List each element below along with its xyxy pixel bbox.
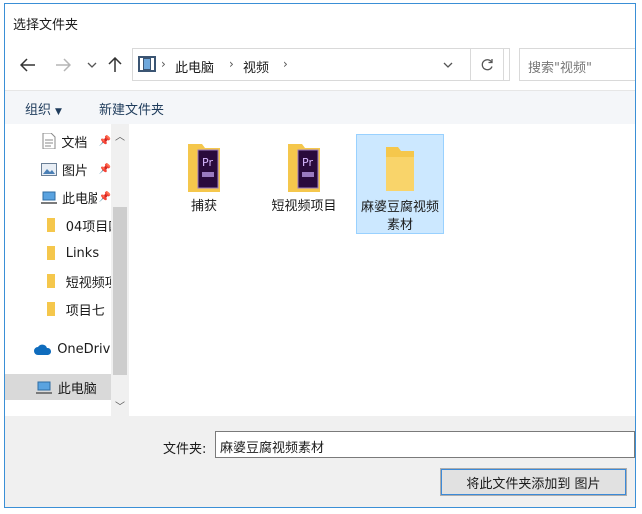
file-name: 捕获	[190, 199, 217, 214]
back-button[interactable]	[17, 54, 39, 76]
navigation-bar: › 此电脑 › 视频 › 搜索"视频"	[5, 42, 635, 88]
folder-icon	[376, 143, 424, 195]
scroll-down-icon[interactable]: ﹀	[111, 396, 129, 414]
sidebar-item-folder[interactable]: 项目七	[5, 296, 111, 322]
sidebar-item-label: 此电脑	[62, 191, 97, 207]
breadcrumb-separator: ›	[283, 57, 288, 71]
arrow-left-icon	[20, 58, 35, 72]
svg-text:Pr: Pr	[302, 156, 313, 169]
sidebar-item-label: 图片	[62, 163, 89, 179]
navigation-pane: 文档 📌 图片 📌 此电脑 📌 04项目四 Links 短视频项目 项目七	[5, 124, 130, 416]
pin-icon: 📌	[98, 135, 111, 147]
sidebar-item-this-pc-pinned[interactable]: 此电脑 📌	[5, 184, 111, 210]
sidebar-item-label: 短视频项目	[65, 275, 111, 291]
folder-item-short-video[interactable]: Pr 短视频项目	[260, 134, 348, 234]
folder-icon	[41, 302, 61, 316]
forward-button[interactable]	[52, 54, 74, 76]
folder-label: 文件夹:	[163, 442, 207, 457]
pin-icon: 📌	[98, 163, 111, 175]
address-dropdown-button[interactable]	[443, 57, 453, 72]
window-title: 选择文件夹	[13, 18, 79, 33]
address-bar[interactable]: › 此电脑 › 视频 ›	[132, 48, 510, 81]
sidebar-item-label: 文档	[61, 135, 88, 151]
chevron-down-icon	[87, 62, 97, 68]
organize-label: 组织	[25, 103, 52, 118]
sidebar-item-documents[interactable]: 文档 📌	[5, 128, 111, 154]
chevron-down-icon	[443, 62, 453, 68]
file-name: 麻婆豆腐视频素材	[360, 200, 439, 233]
breadcrumb-separator: ›	[229, 57, 234, 71]
sidebar-item-label: 04项目四	[65, 219, 111, 235]
computer-icon	[41, 191, 57, 204]
file-list: Pr 捕获 Pr 短视频项目 麻婆豆腐视频素材	[130, 124, 635, 416]
folder-item-capture[interactable]: Pr 捕获	[160, 134, 248, 234]
pictures-icon	[41, 162, 57, 176]
video-folder-icon	[138, 56, 156, 76]
folder-icon	[41, 218, 61, 232]
search-placeholder: 搜索"视频"	[528, 61, 592, 76]
sidebar-item-folder[interactable]: 短视频项目	[5, 268, 111, 294]
select-folder-dialog: 选择文件夹 › 此电脑 › 视频 › 搜索"视频" 组织 ▼ 新建文件夹 文档 …	[4, 3, 636, 508]
cloud-icon	[33, 344, 52, 355]
recent-locations-button[interactable]	[81, 54, 103, 76]
breadcrumb-videos[interactable]: 视频	[243, 57, 269, 76]
folder-name-value: 麻婆豆腐视频素材	[220, 441, 325, 456]
pin-icon: 📌	[98, 191, 111, 203]
scrollbar-thumb[interactable]	[113, 207, 127, 375]
refresh-icon	[481, 58, 493, 70]
footer-panel: 文件夹: 麻婆豆腐视频素材 将此文件夹添加到 图片	[5, 416, 635, 507]
folder-item-mapo-tofu[interactable]: 麻婆豆腐视频素材	[356, 134, 444, 234]
title-bar: 选择文件夹	[5, 4, 635, 40]
folder-name-input[interactable]: 麻婆豆腐视频素材	[215, 431, 635, 458]
arrow-right-icon	[56, 58, 71, 72]
file-name: 短视频项目	[271, 199, 337, 214]
sidebar-item-label: OneDrive	[57, 341, 111, 357]
breadcrumb-separator: ›	[161, 57, 166, 71]
sidebar-item-this-pc[interactable]: 此电脑	[5, 374, 111, 400]
new-folder-button[interactable]: 新建文件夹	[99, 99, 164, 118]
command-toolbar: 组织 ▼ 新建文件夹	[5, 90, 635, 124]
folder-icon	[41, 274, 61, 288]
sidebar-item-label: Links	[65, 245, 100, 261]
svg-text:Pr: Pr	[202, 156, 213, 169]
sidebar-item-label: 此电脑	[57, 381, 97, 397]
folder-icon	[41, 246, 61, 260]
refresh-button[interactable]	[470, 48, 504, 81]
sidebar-scrollbar[interactable]: ︿ ﹀	[111, 124, 129, 416]
add-folder-button[interactable]: 将此文件夹添加到 图片	[440, 468, 627, 496]
search-input[interactable]: 搜索"视频"	[519, 48, 635, 81]
premiere-folder-icon: Pr	[180, 142, 228, 194]
computer-icon	[35, 381, 53, 394]
sidebar-item-folder[interactable]: Links	[5, 240, 111, 266]
scroll-up-icon[interactable]: ︿	[111, 126, 129, 144]
sidebar-item-onedrive[interactable]: OneDrive	[5, 336, 111, 362]
arrow-up-icon	[108, 57, 122, 72]
caret-down-icon: ▼	[55, 107, 62, 117]
breadcrumb-this-pc[interactable]: 此电脑	[175, 57, 214, 76]
document-icon	[41, 133, 56, 149]
up-button[interactable]	[104, 54, 126, 76]
sidebar-item-folder[interactable]: 04项目四	[5, 212, 111, 238]
sidebar-item-pictures[interactable]: 图片 📌	[5, 156, 111, 182]
sidebar-item-label: 项目七	[65, 303, 105, 319]
organize-menu-button[interactable]: 组织 ▼	[25, 99, 62, 118]
premiere-folder-icon: Pr	[280, 142, 328, 194]
